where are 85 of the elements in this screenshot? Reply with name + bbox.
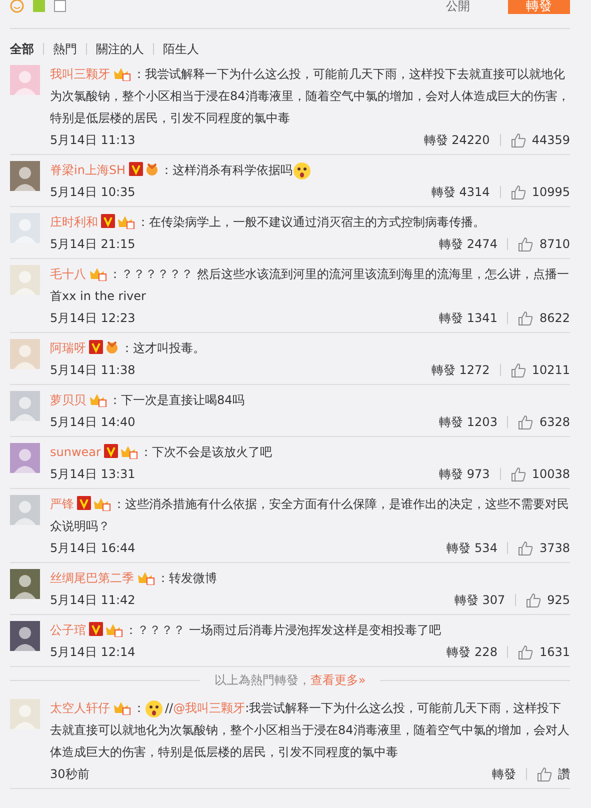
crown-icon [137, 570, 155, 585]
verified-badge-icon [101, 214, 115, 228]
comment-time: 5月14日 10:35 [50, 184, 136, 200]
verified-badge-icon [128, 162, 143, 176]
crown-icon [117, 214, 135, 229]
repost-link[interactable]: 轉發 534 [446, 540, 498, 556]
repost-link[interactable]: 轉發 24220 [424, 132, 490, 148]
like-count: 8710 [539, 237, 570, 251]
filter-tab[interactable]: 熱門 [43, 43, 86, 55]
like-count: 8622 [539, 311, 570, 325]
medal-icon [105, 340, 119, 354]
like-count: 10211 [532, 363, 570, 377]
comment-time: 5月14日 16:44 [50, 540, 136, 556]
thumbs-up-icon[interactable] [526, 592, 542, 608]
repost-link[interactable]: 轉發 307 [454, 592, 506, 608]
avatar[interactable] [10, 621, 40, 651]
verified-badge-icon [89, 340, 103, 354]
thumbs-up-icon[interactable] [510, 362, 526, 378]
thumbs-up-icon[interactable] [518, 540, 534, 556]
comment-time: 5月14日 12:14 [50, 644, 136, 660]
comment-text: 阿瑞呀 ：这才叫投毒。 [50, 339, 206, 357]
repost-link[interactable]: 轉發 1203 [439, 414, 498, 430]
comment-time: 5月14日 12:23 [50, 310, 136, 326]
medal-icon [144, 162, 159, 176]
thumbs-up-icon[interactable] [518, 644, 534, 660]
like-count: 讚 [558, 766, 570, 782]
crown-icon [105, 622, 123, 637]
comment-text: 严锋 ：这些消杀措施有什么依据，安全方面有什么保障，是谁作出的决定，这些不需要对民众说明吗？ [50, 495, 570, 535]
like-count: 6328 [539, 415, 570, 429]
crown-icon [120, 444, 138, 459]
thumbs-up-icon[interactable] [518, 414, 534, 430]
comment-time: 5月14日 11:38 [50, 362, 136, 378]
smiley-icon[interactable] [10, 0, 24, 13]
like-count: 3738 [539, 541, 570, 555]
crown-icon [89, 266, 107, 281]
repost-link[interactable]: 轉發 228 [446, 644, 498, 660]
comment-text: 萝贝贝 ：下一次是直接让喝84吗 [50, 391, 246, 409]
like-count: 10038 [532, 467, 570, 481]
visibility-dropdown[interactable]: 公開 [446, 0, 470, 14]
comment-time: 30秒前 [50, 766, 90, 782]
like-count: 1631 [539, 645, 570, 659]
comment-text: 公子琯 ：？？？？ 一场雨过后消毒片浸泡挥发这样是变相投毒了吧 [50, 621, 442, 639]
filter-tab[interactable]: 關注的人 [86, 43, 153, 55]
thumbs-up-icon[interactable] [510, 184, 526, 200]
repost-link[interactable]: 轉發 [492, 766, 516, 782]
comment-time: 5月14日 13:31 [50, 466, 136, 482]
verified-badge-icon [104, 444, 118, 458]
comment-time: 5月14日 11:42 [50, 592, 136, 608]
filter-tab[interactable]: 陌生人 [153, 43, 208, 55]
like-count: 44359 [532, 133, 570, 147]
comment-time: 5月14日 21:15 [50, 236, 136, 252]
verified-badge-icon [89, 622, 103, 636]
repost-link[interactable]: 轉發 973 [439, 466, 490, 482]
crown-icon [113, 66, 131, 81]
image-icon[interactable] [32, 0, 46, 13]
like-count: 10995 [532, 185, 570, 199]
comment-text: 我叫三颗牙 ：我尝试解释一下为什么这么投，可能前几天下雨，这样投下去就直接可以就地化为次氯酸钠，整个小区相当于浸在84消毒液里，随着空气中氯的增加，会对人体造成巨大的伤害，特别是低层楼的居民，引发不同程度的氯中毒 [50, 65, 570, 127]
repost-link[interactable]: 轉發 2474 [439, 236, 498, 252]
avatar[interactable] [10, 569, 40, 599]
like-count: 925 [547, 593, 570, 607]
comment-text: 丝绸尾巴第二季 ：转发微博 [50, 569, 218, 587]
thumbs-up-icon[interactable] [537, 766, 552, 782]
thumbs-up-icon[interactable] [518, 310, 534, 326]
comment-text: 毛十八 ：？？？？？？ 然后这些水该流到河里的流河里该流到海里的流海里，怎么讲，点播一首xx in the river [50, 265, 570, 305]
comment-text: 庄时利和 ：在传染病学上，一般不建议通过消灭宿主的方式控制病毒传播。 [50, 213, 486, 231]
comment-text: 脊梁in上海SH ：这样消杀有科学依据吗 [50, 159, 570, 181]
footer-note: 以上為熱門轉發， [214, 672, 310, 686]
comment-time: 5月14日 11:13 [50, 132, 136, 148]
thumbs-up-icon[interactable] [510, 466, 526, 482]
comment-time: 5月14日 14:40 [50, 414, 136, 430]
crown-icon [113, 700, 131, 715]
repost-link[interactable]: 轉發 4314 [431, 184, 490, 200]
crown-icon [93, 496, 111, 511]
avatar[interactable] [10, 161, 40, 191]
avatar[interactable] [10, 443, 40, 473]
filter-tab[interactable]: 全部 [10, 43, 43, 55]
comment-text: sunwear ：下次不会是该放火了吧 [50, 443, 273, 461]
repost-link[interactable]: 轉發 1341 [439, 310, 498, 326]
crown-icon [89, 392, 107, 407]
verified-badge-icon [77, 496, 91, 510]
comment-text: 太空人轩仔 ： //@我叫三颗牙:我尝试解释一下为什么这么投，可能前几天下雨，这样投下去就直接可以就地化为次氯酸钠，整个小区相当于浸在84消毒液里，随着空气中氯的增加，会对人体造成巨大的伤害，特别是低层楼的居民，引发不同程度的氯中毒 [50, 699, 570, 761]
checkbox[interactable] [54, 0, 66, 12]
repost-link[interactable]: 轉發 1272 [431, 362, 490, 378]
thumbs-up-icon[interactable] [510, 132, 526, 148]
thumbs-up-icon[interactable] [518, 236, 534, 252]
